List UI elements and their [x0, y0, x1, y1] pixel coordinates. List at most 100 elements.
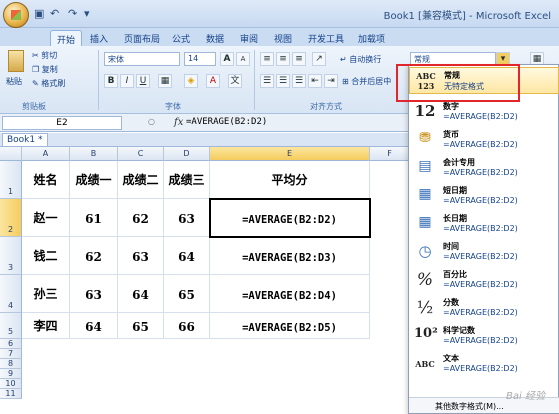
- table-cell[interactable]: 64: [118, 275, 164, 313]
- table-cell[interactable]: =AVERAGE(B2:D5): [210, 313, 370, 339]
- format-option-short-date[interactable]: ▦ 短日期 =AVERAGE(B2:D2): [409, 183, 559, 210]
- copy-button[interactable]: ❐ 复制: [32, 64, 58, 75]
- table-header-cell[interactable]: 姓名: [22, 161, 70, 199]
- format-option-long-date[interactable]: ▦ 长日期 =AVERAGE(B2:D2): [409, 211, 559, 238]
- table-cell[interactable]: 65: [164, 275, 210, 313]
- fill-color-icon[interactable]: ◈: [184, 74, 198, 88]
- align-middle-icon[interactable]: ≡: [276, 52, 290, 66]
- table-cell[interactable]: 孙三: [22, 275, 70, 313]
- row-header[interactable]: 10: [0, 379, 22, 389]
- table-cell[interactable]: 64: [164, 237, 210, 275]
- row-header[interactable]: 8: [0, 359, 22, 369]
- table-cell[interactable]: 64: [70, 313, 118, 339]
- workbook-tab[interactable]: Book1 *: [2, 133, 48, 146]
- header-score-2: 成绩二: [122, 173, 159, 187]
- row-header[interactable]: 9: [0, 369, 22, 379]
- column-header[interactable]: E: [210, 147, 370, 161]
- align-top-icon[interactable]: ≡: [260, 52, 274, 66]
- row-header[interactable]: 7: [0, 349, 22, 359]
- format-option-scientific[interactable]: 10² 科学记数 =AVERAGE(B2:D2): [409, 323, 559, 350]
- tab-data[interactable]: 数据: [200, 30, 230, 46]
- tab-formulas[interactable]: 公式: [166, 30, 196, 46]
- select-all-corner[interactable]: [0, 147, 22, 161]
- format-option-number[interactable]: 12 数字 =AVERAGE(B2:D2): [409, 99, 559, 126]
- column-header[interactable]: F: [370, 147, 410, 161]
- table-cell[interactable]: =AVERAGE(B2:D3): [210, 237, 370, 275]
- table-cell[interactable]: 62: [70, 237, 118, 275]
- tab-page-layout[interactable]: 页面布局: [118, 30, 166, 46]
- column-header[interactable]: D: [164, 147, 210, 161]
- font-color-icon[interactable]: A: [206, 74, 220, 88]
- table-cell[interactable]: 李四: [22, 313, 70, 339]
- fx-icon[interactable]: fx: [174, 117, 183, 128]
- tab-view[interactable]: 视图: [268, 30, 298, 46]
- table-cell[interactable]: =AVERAGE(B2:D2): [210, 199, 370, 237]
- align-right-icon[interactable]: ☰: [292, 74, 306, 88]
- redo-icon[interactable]: ↷: [68, 7, 77, 20]
- row-header[interactable]: 3: [0, 237, 22, 275]
- tab-home[interactable]: 开始: [50, 30, 83, 46]
- row-header[interactable]: 11: [0, 389, 22, 399]
- table-cell[interactable]: 65: [118, 313, 164, 339]
- tab-insert[interactable]: 插入: [84, 30, 114, 46]
- table-header-cell[interactable]: 成绩三: [164, 161, 210, 199]
- format-option-general[interactable]: ABC 123 常规 无特定格式: [409, 67, 559, 94]
- row-header[interactable]: 5: [0, 313, 22, 339]
- table-cell[interactable]: 61: [70, 199, 118, 237]
- column-header[interactable]: B: [70, 147, 118, 161]
- save-icon[interactable]: ▣: [34, 7, 44, 20]
- align-bottom-icon[interactable]: ≡: [292, 52, 306, 66]
- wrap-text-button[interactable]: ↵ 自动换行: [340, 54, 381, 65]
- quick-access-more-icon[interactable]: ▾: [84, 7, 90, 20]
- format-option-time[interactable]: ◷ 时间 =AVERAGE(B2:D2): [409, 239, 559, 266]
- grow-font-button[interactable]: A: [220, 52, 234, 66]
- cancel-icon[interactable]: ○: [148, 117, 155, 126]
- orientation-icon[interactable]: ↗: [312, 52, 326, 66]
- merge-center-button[interactable]: ⊞ 合并后居中: [342, 76, 391, 87]
- name-box[interactable]: E2: [2, 116, 122, 130]
- row-header[interactable]: 1: [0, 161, 22, 199]
- table-cell[interactable]: =AVERAGE(B2:D4): [210, 275, 370, 313]
- column-header[interactable]: A: [22, 147, 70, 161]
- row-header[interactable]: 4: [0, 275, 22, 313]
- table-cell[interactable]: 66: [164, 313, 210, 339]
- format-option-fraction[interactable]: ½ 分数 =AVERAGE(B2:D2): [409, 295, 559, 322]
- bold-button[interactable]: B: [104, 74, 118, 88]
- underline-button[interactable]: U: [136, 74, 150, 88]
- align-left-icon[interactable]: ☰: [260, 74, 274, 88]
- shrink-font-button[interactable]: A: [236, 52, 250, 66]
- border-icon[interactable]: ▦: [158, 74, 172, 88]
- table-header-cell[interactable]: 成绩二: [118, 161, 164, 199]
- table-header-cell[interactable]: 平均分: [210, 161, 370, 199]
- column-header[interactable]: C: [118, 147, 164, 161]
- format-option-accounting[interactable]: ▤ 会计专用 =AVERAGE(B2:D2): [409, 155, 559, 182]
- office-button[interactable]: [3, 2, 29, 28]
- paste-button[interactable]: 粘贴: [6, 76, 22, 87]
- table-cell[interactable]: 63: [118, 237, 164, 275]
- format-option-percentage[interactable]: % 百分比 =AVERAGE(B2:D2): [409, 267, 559, 294]
- format-painter-button[interactable]: ✎ 格式刷: [32, 78, 65, 89]
- cut-button[interactable]: ✂ 剪切: [32, 50, 57, 61]
- format-option-text[interactable]: ABC 文本 =AVERAGE(B2:D2): [409, 351, 559, 378]
- table-cell[interactable]: 63: [70, 275, 118, 313]
- table-cell[interactable]: 赵一: [22, 199, 70, 237]
- undo-icon[interactable]: ↶: [50, 7, 59, 20]
- formula-input[interactable]: =AVERAGE(B2:D2): [186, 117, 267, 127]
- table-cell[interactable]: 63: [164, 199, 210, 237]
- align-center-icon[interactable]: ☰: [276, 74, 290, 88]
- decrease-indent-icon[interactable]: ⇤: [308, 74, 322, 88]
- table-header-cell[interactable]: 成绩一: [70, 161, 118, 199]
- tab-developer[interactable]: 开发工具: [302, 30, 350, 46]
- italic-button[interactable]: I: [120, 74, 134, 88]
- tab-addins[interactable]: 加载项: [352, 30, 391, 46]
- increase-indent-icon[interactable]: ⇥: [324, 74, 338, 88]
- row-header[interactable]: 2: [0, 199, 22, 237]
- table-cell[interactable]: 62: [118, 199, 164, 237]
- font-name-select[interactable]: 宋体: [104, 52, 180, 66]
- phonetic-icon[interactable]: 文: [228, 74, 242, 88]
- font-size-select[interactable]: 14: [184, 52, 216, 66]
- format-option-currency[interactable]: ⛃ 货币 =AVERAGE(B2:D2): [409, 127, 559, 154]
- tab-review[interactable]: 审阅: [234, 30, 264, 46]
- table-cell[interactable]: 钱二: [22, 237, 70, 275]
- row-header[interactable]: 6: [0, 339, 22, 349]
